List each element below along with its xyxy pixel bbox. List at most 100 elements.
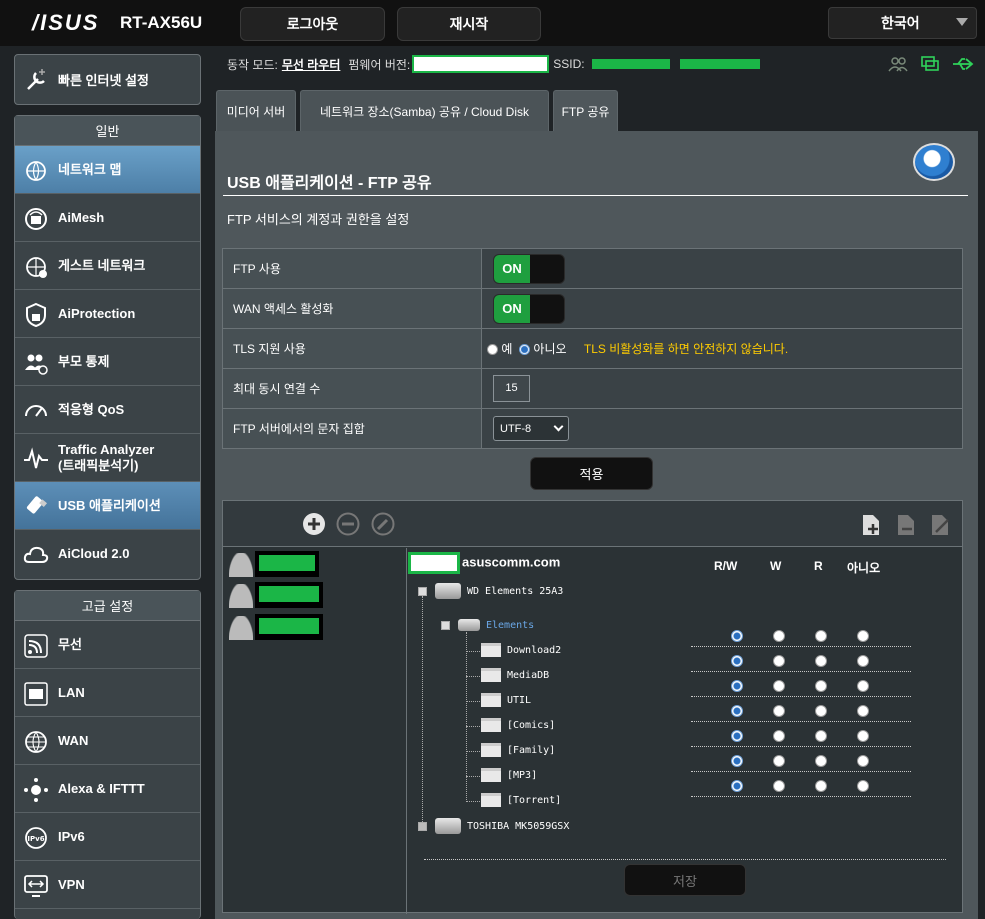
- perm-r-radio[interactable]: [815, 705, 827, 717]
- expand-icon[interactable]: [418, 821, 427, 831]
- perm-w-radio[interactable]: [773, 655, 785, 667]
- perm-r-radio[interactable]: [815, 680, 827, 692]
- perm-r-radio[interactable]: [815, 780, 827, 792]
- new-folder-icon[interactable]: [861, 514, 881, 536]
- sidebar-item-alexa-ifttt[interactable]: Alexa & IFTTT: [15, 765, 200, 813]
- sidebar-item-wan[interactable]: WAN: [15, 717, 200, 765]
- account-item[interactable]: [229, 551, 329, 577]
- sidebar-item-wireless[interactable]: 무선: [15, 621, 200, 669]
- sidebar-item-parental[interactable]: 부모 통제: [15, 338, 200, 386]
- perm-rw-radio[interactable]: [731, 730, 743, 742]
- apply-button[interactable]: 적용: [530, 457, 653, 490]
- max-connections-input[interactable]: 15: [493, 375, 530, 402]
- folder-node[interactable]: Download2: [481, 643, 561, 657]
- perm-rw-radio[interactable]: [731, 630, 743, 642]
- perm-rw-radio[interactable]: [731, 755, 743, 767]
- partition-icon: [458, 619, 480, 631]
- folder-node[interactable]: [MP3]: [481, 768, 537, 782]
- rename-folder-icon[interactable]: [930, 514, 952, 536]
- edit-account-icon[interactable]: [371, 512, 395, 536]
- perm-none-radio[interactable]: [857, 780, 869, 792]
- perm-w-radio[interactable]: [773, 630, 785, 642]
- collapse-icon[interactable]: [441, 620, 450, 630]
- tab-ftp-share[interactable]: FTP 공유: [553, 90, 618, 131]
- drive-node[interactable]: TOSHIBA MK5059GSX: [418, 818, 569, 834]
- perm-r-radio[interactable]: [815, 730, 827, 742]
- mode-link[interactable]: 무선 라우터: [282, 56, 341, 73]
- wan-access-toggle[interactable]: ON: [493, 293, 565, 324]
- sidebar-item-lan[interactable]: LAN: [15, 669, 200, 717]
- perm-rw-radio[interactable]: [731, 680, 743, 692]
- sidebar-item-network-map[interactable]: 네트워크 맵: [15, 146, 200, 194]
- perm-rw-radio[interactable]: [731, 780, 743, 792]
- save-button[interactable]: 저장: [624, 864, 746, 896]
- col-none: 아니오: [847, 561, 881, 575]
- perm-none-radio[interactable]: [857, 705, 869, 717]
- perm-w-radio[interactable]: [773, 680, 785, 692]
- sidebar-item-vpn[interactable]: VPN: [15, 861, 200, 909]
- drive-node[interactable]: WD Elements 25A3: [418, 583, 563, 599]
- perm-w-radio[interactable]: [773, 730, 785, 742]
- traffic-analyzer-label: Traffic Analyzer: [58, 441, 155, 457]
- folder-icon: [481, 768, 501, 782]
- add-account-icon[interactable]: [302, 512, 326, 536]
- tab-samba-share[interactable]: 네트워크 장소(Samba) 공유 / Cloud Disk: [300, 90, 549, 131]
- collapse-icon[interactable]: [418, 586, 427, 596]
- ssid-redaction-1: [591, 59, 670, 69]
- tls-yes-radio[interactable]: [487, 344, 498, 356]
- network-status-icon[interactable]: [920, 56, 940, 72]
- folder-node[interactable]: [Family]: [481, 743, 555, 757]
- account-item[interactable]: [229, 582, 329, 608]
- perm-none-radio[interactable]: [857, 630, 869, 642]
- usb-status-icon[interactable]: [952, 56, 974, 72]
- perm-none-radio[interactable]: [857, 680, 869, 692]
- sidebar-item-label: USB 애플리케이션: [58, 497, 161, 513]
- perm-w-radio[interactable]: [773, 755, 785, 767]
- sidebar-item-label: VPN: [58, 876, 85, 892]
- vpn-icon: [24, 875, 48, 897]
- perm-r-radio[interactable]: [815, 655, 827, 667]
- ftp-enable-toggle[interactable]: ON: [493, 253, 565, 284]
- sidebar-item-traffic-analyzer[interactable]: Traffic Analyzer (트래픽분석기): [15, 434, 200, 482]
- logout-button[interactable]: 로그아웃: [240, 7, 385, 41]
- delete-folder-icon[interactable]: [896, 514, 916, 536]
- remove-account-icon[interactable]: [336, 512, 360, 536]
- shield-lock-icon: [26, 302, 46, 328]
- sidebar-item-label: IPv6: [58, 828, 85, 844]
- perm-w-radio[interactable]: [773, 780, 785, 792]
- perm-rw-radio[interactable]: [731, 705, 743, 717]
- folder-node[interactable]: [Comics]: [481, 718, 555, 732]
- perm-r-radio[interactable]: [815, 630, 827, 642]
- tab-media-server[interactable]: 미디어 서버: [216, 90, 296, 131]
- setting-label: FTP 사용: [222, 248, 482, 289]
- chevron-down-icon: [956, 18, 968, 26]
- sidebar-item-qos[interactable]: 적응형 QoS: [15, 386, 200, 434]
- perm-w-radio[interactable]: [773, 705, 785, 717]
- account-item[interactable]: [229, 614, 329, 640]
- back-icon[interactable]: [913, 143, 955, 181]
- perm-none-radio[interactable]: [857, 730, 869, 742]
- perm-rw-radio[interactable]: [731, 655, 743, 667]
- folder-icon: [481, 643, 501, 657]
- sidebar-item-aiprotection[interactable]: AiProtection: [15, 290, 200, 338]
- folder-node[interactable]: MediaDB: [481, 668, 549, 682]
- sidebar-item-label: AiProtection: [58, 305, 136, 321]
- clients-icon[interactable]: [888, 56, 908, 72]
- perm-none-radio[interactable]: [857, 755, 869, 767]
- sidebar-item-guest-network[interactable]: 게스트 네트워크: [15, 242, 200, 290]
- sidebar-item-aicloud[interactable]: AiCloud 2.0: [15, 530, 200, 578]
- sidebar-general: 일반 네트워크 맵 AiMesh 게스트 네트워크 AiProtection 부…: [14, 115, 201, 580]
- quick-setup-button[interactable]: 빠른 인터넷 설정: [14, 54, 201, 105]
- sidebar-item-usb-application[interactable]: USB 애플리케이션: [15, 482, 200, 530]
- charset-select[interactable]: UTF-8: [493, 416, 569, 441]
- reboot-button[interactable]: 재시작: [397, 7, 541, 41]
- partition-node[interactable]: Elements: [441, 619, 534, 631]
- perm-r-radio[interactable]: [815, 755, 827, 767]
- perm-none-radio[interactable]: [857, 655, 869, 667]
- sidebar-item-aimesh[interactable]: AiMesh: [15, 194, 200, 242]
- sidebar-item-ipv6[interactable]: IPv6 IPv6: [15, 813, 200, 861]
- folder-node[interactable]: UTIL: [481, 693, 531, 707]
- language-select[interactable]: 한국어: [828, 7, 977, 39]
- tls-no-radio[interactable]: [519, 344, 531, 356]
- folder-node[interactable]: [Torrent]: [481, 793, 561, 807]
